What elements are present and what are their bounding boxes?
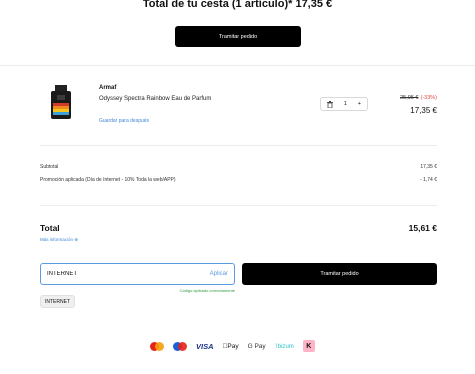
apply-coupon-button[interactable]: Aplicar bbox=[210, 271, 228, 277]
checkout-button[interactable]: Tramitar pedido bbox=[242, 263, 437, 285]
more-info-link[interactable]: Más información ⊕ bbox=[40, 237, 78, 243]
save-for-later-link[interactable]: Guardar para después bbox=[99, 118, 149, 124]
coupon-success-message: Código aplicado correctamente bbox=[179, 288, 235, 293]
checkout-button-top[interactable]: Tramitar pedido bbox=[175, 26, 301, 47]
discount-badge: (-33%) bbox=[420, 95, 437, 101]
coupon-field: Aplicar bbox=[40, 263, 235, 285]
price-current: 17,35 € bbox=[410, 106, 437, 115]
payment-methods: VISA Pay G Pay ⊺bizum K bbox=[150, 339, 315, 353]
promo-value: - 1,74 € bbox=[420, 177, 437, 183]
product-image[interactable] bbox=[49, 85, 73, 121]
mastercard-icon bbox=[150, 341, 164, 351]
quantity-stepper: 1 + bbox=[320, 97, 368, 111]
increase-quantity-button[interactable]: + bbox=[358, 101, 361, 107]
subtotal-label: Subtotal bbox=[40, 164, 59, 170]
google-pay-icon: G Pay bbox=[242, 342, 266, 350]
bizum-label: bizum bbox=[272, 343, 294, 350]
promo-label: Promoción aplicada (Día de Internet - 10… bbox=[40, 177, 176, 183]
cart-item: Armaf Odyssey Spectra Rainbow Eau de Par… bbox=[40, 80, 437, 140]
original-price: 25,95 € bbox=[400, 95, 419, 101]
coupon-input[interactable] bbox=[47, 271, 187, 277]
cart-header: Total de tu cesta (1 artículo)* 17,35 € … bbox=[0, 0, 475, 66]
visa-icon: VISA bbox=[196, 341, 214, 351]
cart-total-title: Total de tu cesta (1 artículo)* 17,35 € bbox=[142, 0, 333, 10]
promo-row: Promoción aplicada (Día de Internet - 10… bbox=[40, 177, 437, 183]
divider bbox=[40, 145, 437, 146]
bizum-icon: ⊺bizum bbox=[275, 343, 294, 350]
subtotal-value: 17,35 € bbox=[420, 164, 437, 170]
subtotal-row: Subtotal 17,35 € bbox=[40, 164, 437, 170]
klarna-icon: K bbox=[302, 340, 315, 352]
trash-icon[interactable] bbox=[327, 100, 333, 108]
apple-pay-icon: Pay bbox=[223, 343, 239, 350]
maestro-icon bbox=[173, 341, 187, 351]
quantity-value[interactable]: 1 bbox=[344, 101, 347, 107]
apple-pay-label: Pay bbox=[222, 342, 238, 350]
applied-coupon-chip[interactable]: INTERNET bbox=[40, 295, 75, 308]
product-brand[interactable]: Armaf bbox=[99, 85, 116, 91]
total-label: Total bbox=[40, 223, 60, 233]
total-value: 15,61 € bbox=[408, 223, 437, 233]
divider bbox=[40, 205, 437, 206]
product-name[interactable]: Odyssey Spectra Rainbow Eau de Parfum bbox=[99, 96, 211, 102]
price-original: 25,95 € (-33%) bbox=[400, 95, 437, 101]
